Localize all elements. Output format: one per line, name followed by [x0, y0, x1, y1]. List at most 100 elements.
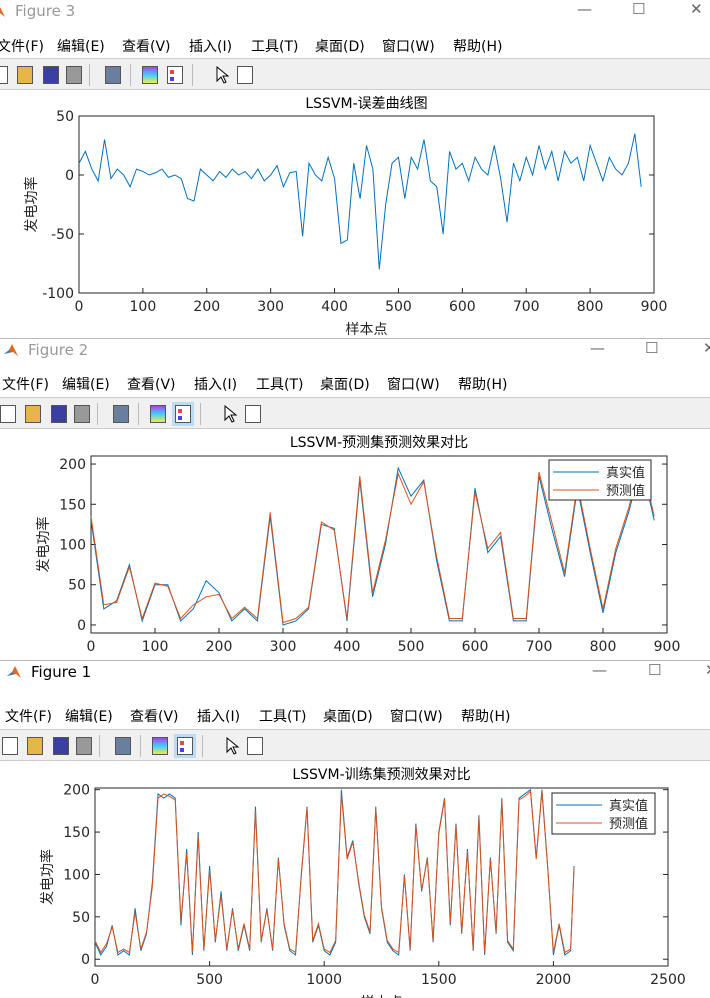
menu-item[interactable]: 插入(I)	[189, 36, 232, 56]
open-folder-icon[interactable]	[27, 737, 43, 755]
menu-item[interactable]: 文件(F)	[0, 36, 44, 56]
menu-item[interactable]: 查看(V)	[122, 36, 171, 56]
menu-item[interactable]: 桌面(D)	[320, 374, 370, 394]
link-icon[interactable]	[105, 66, 121, 84]
menu-item[interactable]: 文件(F)	[5, 706, 52, 726]
new-file-icon[interactable]	[0, 405, 16, 423]
y-tick-label: -100	[42, 286, 74, 302]
toolbar-separator	[140, 735, 141, 757]
pointer-icon[interactable]	[222, 404, 238, 423]
new-file-icon[interactable]	[2, 737, 18, 755]
x-tick-label: 100	[142, 639, 169, 655]
property-editor-icon[interactable]	[247, 737, 263, 755]
x-tick-label: 400	[334, 639, 361, 655]
matlab-logo-icon	[6, 664, 22, 680]
toolbar-separator	[192, 64, 193, 86]
save-icon[interactable]	[51, 405, 67, 423]
toolbar	[0, 729, 710, 761]
maximize-button[interactable]: ☐	[645, 339, 658, 357]
menu-item[interactable]: 文件(F)	[2, 374, 49, 394]
open-folder-icon[interactable]	[25, 405, 41, 423]
toolbar-separator	[97, 403, 98, 425]
colorbar-icon[interactable]	[150, 405, 166, 423]
print-icon[interactable]	[76, 737, 92, 755]
figure-1-window: LSSVM-训练集预测效果对比 0 500 1000 1500 2000 2500 0 50 10…	[0, 660, 710, 998]
menu-item[interactable]: 桌面(D)	[323, 706, 373, 726]
x-tick-label: 300	[257, 299, 284, 315]
print-icon[interactable]	[66, 66, 82, 84]
legend-icon[interactable]	[172, 402, 194, 426]
close-button[interactable]: ✕	[705, 661, 710, 679]
colorbar-icon[interactable]	[142, 66, 158, 84]
pointer-icon[interactable]	[214, 65, 230, 84]
menu-item[interactable]: 窗口(W)	[387, 374, 440, 394]
x-tick-label: 600	[449, 299, 476, 315]
property-editor-icon[interactable]	[237, 66, 253, 84]
y-tick-label: 0	[81, 952, 90, 968]
menu-item[interactable]: 工具(T)	[256, 374, 303, 394]
legend-label: 预测值	[609, 816, 648, 832]
x-tick-label: 500	[385, 299, 412, 315]
title-bar[interactable]: Figure 1 — ☐ ✕	[0, 661, 710, 685]
menu-item[interactable]: 窗口(W)	[390, 706, 443, 726]
y-tick-label: 50	[68, 578, 86, 594]
menu-item[interactable]: 插入(I)	[194, 374, 237, 394]
new-file-icon[interactable]	[0, 66, 8, 84]
x-tick-label: 0	[75, 299, 84, 315]
y-axis-label: 发电功率	[35, 517, 52, 573]
x-tick-label: 900	[641, 299, 668, 315]
minimize-button[interactable]: —	[590, 339, 605, 357]
menu-item[interactable]: 桌面(D)	[315, 36, 365, 56]
menu-item[interactable]: 编辑(E)	[65, 706, 113, 726]
minimize-button[interactable]: —	[592, 661, 607, 679]
chart-title: LSSVM-训练集预测效果对比	[292, 766, 470, 783]
x-tick-label: 800	[590, 639, 617, 655]
maximize-button[interactable]: ☐	[648, 661, 661, 679]
pointer-icon[interactable]	[224, 736, 240, 755]
minimize-button[interactable]: —	[577, 0, 592, 18]
x-tick-label: 1500	[421, 972, 457, 988]
menu-item[interactable]: 插入(I)	[197, 706, 240, 726]
menu-item[interactable]: 窗口(W)	[382, 36, 435, 56]
y-tick-label: 50	[72, 910, 90, 926]
title-bar[interactable]: Figure 2 — ☐ ✕	[0, 339, 710, 363]
save-icon[interactable]	[53, 737, 69, 755]
menu-item[interactable]: 工具(T)	[259, 706, 306, 726]
menu-item[interactable]: 帮助(H)	[461, 706, 510, 726]
toolbar-separator	[200, 403, 201, 425]
print-icon[interactable]	[74, 405, 90, 423]
x-tick-label: 100	[130, 299, 157, 315]
y-tick-label: -50	[51, 227, 74, 243]
property-editor-icon[interactable]	[245, 405, 261, 423]
maximize-button[interactable]: ☐	[632, 0, 645, 18]
x-tick-label: 0	[87, 639, 96, 655]
legend-label: 预测值	[606, 483, 645, 499]
x-tick-label: 600	[462, 639, 489, 655]
x-tick-label: 1000	[306, 972, 342, 988]
menu-item[interactable]: 帮助(H)	[458, 374, 507, 394]
save-icon[interactable]	[43, 66, 59, 84]
title-bar[interactable]: Figure 3 — ☐ ✕	[0, 0, 710, 24]
menu-item[interactable]: 查看(V)	[130, 706, 179, 726]
toolbar-separator	[130, 64, 131, 86]
open-folder-icon[interactable]	[17, 66, 33, 84]
close-button[interactable]: ✕	[703, 339, 710, 357]
legend-icon[interactable]	[174, 734, 196, 758]
figure-2-window: LSSVM-预测集预测效果对比 0 100 200 300 400 500 600 700 800…	[0, 338, 710, 660]
y-tick-label: 100	[63, 867, 90, 883]
menu-item[interactable]: 帮助(H)	[453, 36, 502, 56]
link-icon[interactable]	[113, 405, 129, 423]
close-button[interactable]: ✕	[690, 0, 703, 18]
chart-title: LSSVM-误差曲线图	[305, 96, 427, 112]
menu-item[interactable]: 编辑(E)	[57, 36, 105, 56]
x-tick-label: 900	[654, 639, 681, 655]
menu-item[interactable]: 工具(T)	[251, 36, 298, 56]
menu-item[interactable]: 查看(V)	[127, 374, 176, 394]
menu-item[interactable]: 编辑(E)	[62, 374, 110, 394]
legend-icon[interactable]	[167, 66, 183, 84]
matlab-logo-icon	[0, 3, 6, 19]
figure-3-window: LSSVM-误差曲线图 0 100 200 300 400 500 600 700 800 900-…	[0, 0, 710, 338]
window-title: Figure 2	[28, 341, 89, 359]
link-icon[interactable]	[115, 737, 131, 755]
colorbar-icon[interactable]	[152, 737, 168, 755]
